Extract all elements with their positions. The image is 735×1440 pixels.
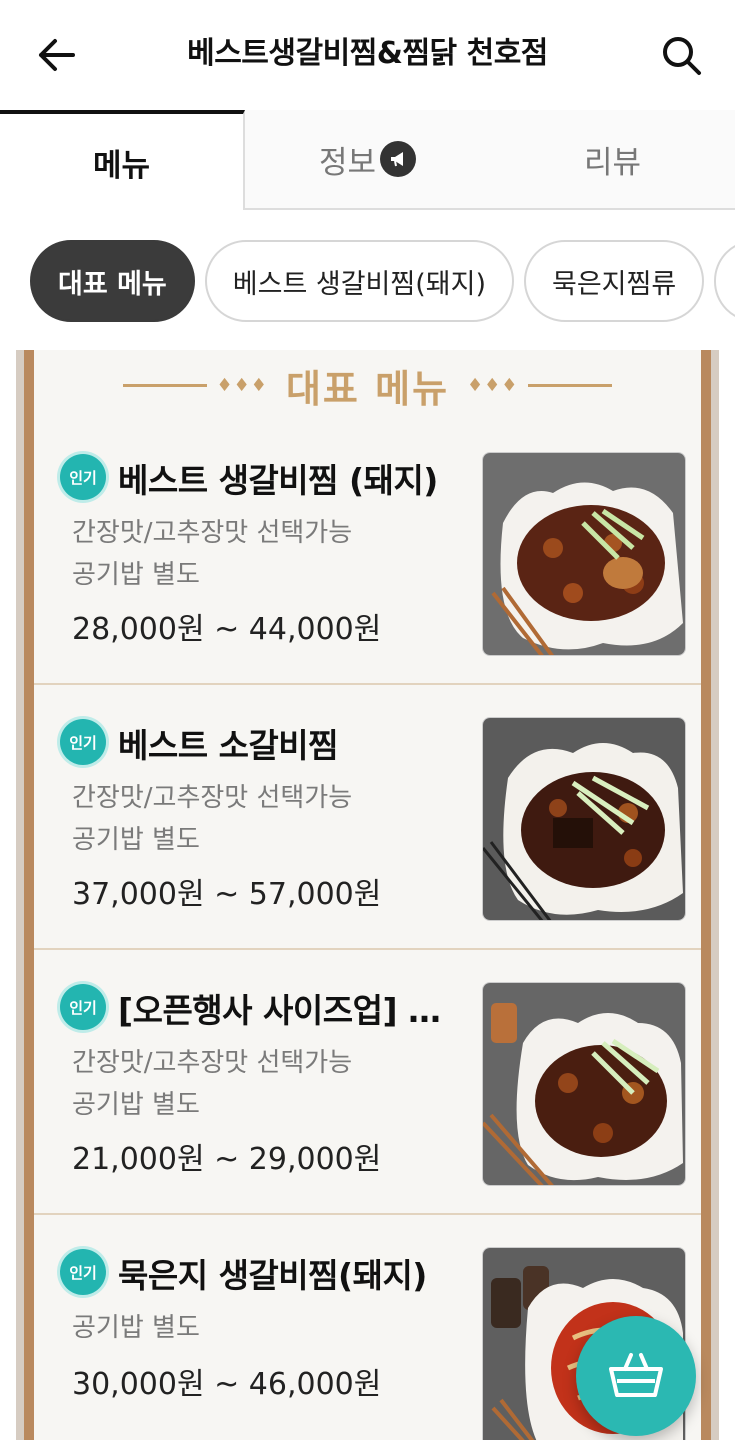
tab-review-label: 리뷰 — [583, 144, 642, 181]
search-button[interactable] — [653, 28, 709, 82]
menu-item-desc: 공기밥 별도 — [72, 1313, 200, 1343]
menu-item-name: 베스트 생갈비찜 (돼지) — [118, 461, 438, 500]
menu-item[interactable]: 인기 [오픈행사 사이즈업] 베... 간장맛/고추장맛 선택가능 공기밥 별도… — [34, 950, 701, 1215]
chip-next-category[interactable]: 사 — [714, 240, 735, 322]
menu-item-photo — [482, 982, 686, 1186]
category-chip-bar: 대표 메뉴 베스트 생갈비찜(돼지) 묵은지찜류 사 — [0, 210, 735, 350]
menu-item-name: [오픈행사 사이즈업] 베... — [118, 991, 458, 1030]
ornament-line-left — [122, 383, 207, 387]
tab-info[interactable]: 정보 — [245, 110, 490, 210]
menu-item-price: 28,000원 ~ 44,000원 — [72, 612, 382, 647]
tab-menu[interactable]: 메뉴 — [0, 110, 245, 210]
menu-item-price: 30,000원 ~ 46,000원 — [72, 1367, 382, 1402]
tab-menu-label: 메뉴 — [92, 147, 151, 184]
menu-board-frame: ♦♦♦ 대표 메뉴 ♦♦♦ 인기 베스트 생갈비찜 (돼지) 간장맛/고추장맛 … — [24, 350, 711, 1440]
chip-mukeunji[interactable]: 묵은지찜류 — [523, 240, 705, 322]
menu-item-price: 37,000원 ~ 57,000원 — [72, 877, 382, 912]
section-header: ♦♦♦ 대표 메뉴 ♦♦♦ — [34, 350, 701, 420]
menu-item-price: 21,000원 ~ 29,000원 — [72, 1142, 382, 1177]
tab-bar: 메뉴 정보 리뷰 — [0, 110, 735, 210]
menu-item-name: 베스트 소갈비찜 — [118, 726, 339, 765]
menu-item-photo — [482, 717, 686, 921]
basket-icon — [609, 1353, 663, 1397]
ornament-dots-left: ♦♦♦ — [216, 374, 268, 396]
tab-info-label: 정보 — [318, 144, 377, 181]
chip-signature-menu[interactable]: 대표 메뉴 — [30, 240, 195, 322]
menu-board: ♦♦♦ 대표 메뉴 ♦♦♦ 인기 베스트 생갈비찜 (돼지) 간장맛/고추장맛 … — [16, 350, 719, 1440]
search-icon — [663, 37, 701, 75]
ornament-dots-right: ♦♦♦ — [467, 374, 519, 396]
popular-badge: 인기 — [60, 719, 106, 765]
menu-item-desc: 공기밥 별도 — [72, 560, 200, 590]
popular-badge: 인기 — [60, 454, 106, 500]
ornament-line-right — [528, 383, 613, 387]
section-title: 대표 메뉴 — [285, 366, 450, 411]
app-header: 베스트생갈비찜&찜닭 천호점 — [0, 0, 735, 110]
menu-item[interactable]: 인기 베스트 생갈비찜 (돼지) 간장맛/고추장맛 선택가능 공기밥 별도 28… — [34, 420, 701, 685]
popular-badge: 인기 — [60, 984, 106, 1030]
cart-button[interactable] — [576, 1316, 696, 1436]
tab-review[interactable]: 리뷰 — [490, 110, 735, 210]
menu-item-desc: 간장맛/고추장맛 선택가능 — [72, 518, 353, 548]
menu-item-desc: 공기밥 별도 — [72, 825, 200, 855]
back-button[interactable] — [28, 30, 84, 80]
menu-item-photo — [482, 452, 686, 656]
menu-board-paper: ♦♦♦ 대표 메뉴 ♦♦♦ 인기 베스트 생갈비찜 (돼지) 간장맛/고추장맛 … — [34, 350, 701, 1440]
page-title: 베스트생갈비찜&찜닭 천호점 — [187, 36, 548, 71]
menu-item-desc: 간장맛/고추장맛 선택가능 — [72, 1048, 353, 1078]
popular-badge: 인기 — [60, 1249, 106, 1295]
arrow-left-icon — [39, 39, 75, 71]
menu-item-desc: 간장맛/고추장맛 선택가능 — [72, 783, 353, 813]
menu-item[interactable]: 인기 베스트 소갈비찜 간장맛/고추장맛 선택가능 공기밥 별도 37,000원… — [34, 685, 701, 950]
menu-item-name: 묵은지 생갈비찜(돼지) — [118, 1256, 427, 1295]
megaphone-icon — [380, 141, 417, 177]
menu-item-desc: 공기밥 별도 — [72, 1090, 200, 1120]
chip-best-pork-galbi[interactable]: 베스트 생갈비찜(돼지) — [204, 240, 514, 322]
